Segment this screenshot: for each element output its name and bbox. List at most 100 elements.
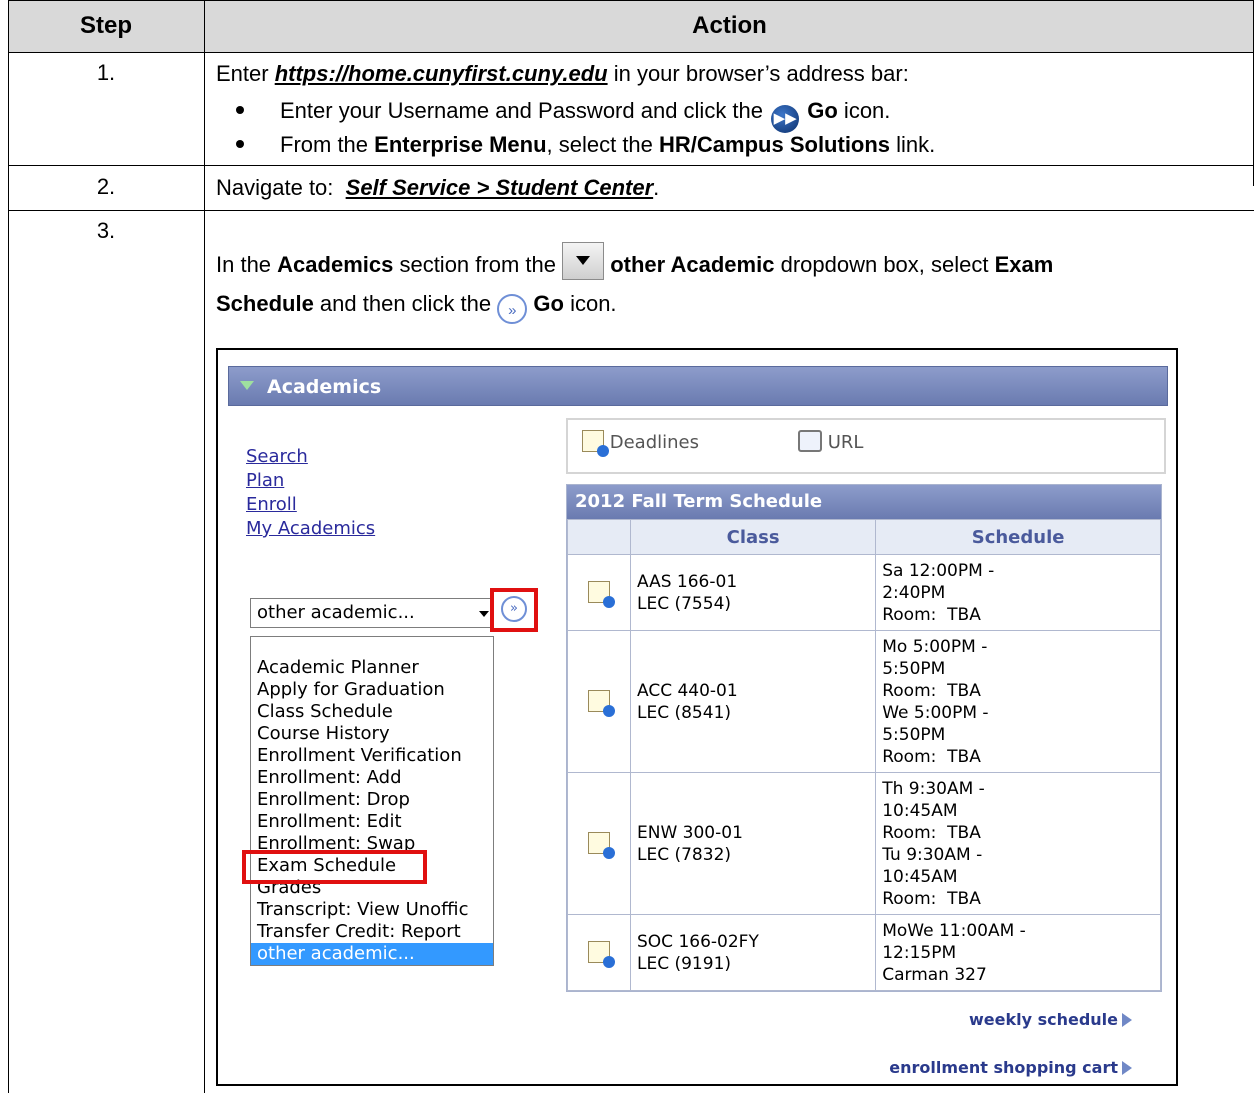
schedule-table: Class Schedule AAS 166-01 LEC (7554) Sa 1… [567, 519, 1161, 991]
table-row: AAS 166-01 LEC (7554) Sa 12:00PM -2:40PM R… [567, 554, 1161, 631]
class-column-header: Class [629, 519, 877, 555]
text: icon. [563, 291, 617, 316]
schedule-line: Carman 327 [882, 964, 987, 985]
bullet-text-mid: , select the [546, 132, 660, 157]
course-code: AAS 166-01 [637, 571, 738, 592]
option[interactable]: Enrollment: Edit [257, 811, 402, 832]
header-step: Step [8, 0, 204, 53]
text: In the [216, 252, 278, 277]
bullet-login: Enter your Username and Password and cli… [236, 98, 890, 133]
class-detail-icon[interactable] [588, 831, 615, 859]
table-row: ACC 440-01 LEC (8541) Mo 5:00PM -5:50PM Ro… [567, 630, 1161, 773]
link-search[interactable]: Search [246, 446, 308, 467]
class-cell: SOC 166-02FY LEC (9191) [629, 914, 877, 991]
option[interactable]: Academic Planner [257, 657, 419, 678]
row-divider [8, 165, 1254, 166]
text: section from the [393, 252, 563, 277]
table-row: ENW 300-01 LEC (7832) Th 9:30AM -10:45AM R… [567, 772, 1161, 915]
option[interactable]: Enrollment: Drop [257, 789, 410, 810]
deadlines-label: Deadlines [609, 432, 699, 453]
other-academic-options[interactable]: Academic Planner Apply for Graduation Cl… [250, 636, 494, 966]
row3-line1: In the Academics section from the other … [216, 242, 1053, 281]
shopping-cart-link[interactable]: enrollment shopping cart [889, 1058, 1132, 1077]
bullet-dot [236, 106, 244, 114]
schedule-cell: Th 9:30AM -10:45AM Room: TBA Tu 9:30AM -10… [875, 772, 1161, 915]
schedule-line: Tu 9:30AM - [882, 844, 983, 865]
navigate-text: Navigate to: [216, 175, 346, 200]
class-detail-icon-cell[interactable] [567, 554, 631, 631]
column-divider [204, 0, 205, 1093]
schedule-line: Room: TBA [882, 822, 981, 843]
term-schedule: 2012 Fall Term Schedule Class Schedule A… [566, 484, 1162, 992]
table-header-row: Class Schedule [567, 519, 1161, 555]
schedule-line: Room: TBA [882, 680, 981, 701]
bullet-text-end: icon. [837, 98, 891, 123]
option[interactable]: Class Schedule [257, 701, 393, 722]
schedule-cell: Sa 12:00PM -2:40PM Room: TBA [875, 554, 1161, 631]
border-left [8, 0, 9, 1093]
link-my-academics[interactable]: My Academics [246, 518, 375, 539]
class-cell: ENW 300-01 LEC (7832) [629, 772, 877, 915]
navigation-path: Self Service > Student Center [345, 175, 654, 200]
row3-line2: Schedule and then click the » Go icon. [216, 288, 617, 324]
url-link[interactable]: URL [798, 430, 863, 453]
schedule-line: Room: TBA [882, 746, 981, 767]
schedule-line: 2:40PM [882, 582, 946, 603]
go-button[interactable]: » [501, 596, 527, 622]
schedule-line: Sa 12:00PM - [882, 560, 995, 581]
go-icon: ▶▶ [771, 105, 800, 133]
class-detail-icon[interactable] [588, 689, 615, 717]
exam-label: Exam [994, 252, 1054, 277]
bullet-text: From the [280, 132, 375, 157]
arrow-right-icon [1122, 1061, 1132, 1075]
academics-section-header[interactable]: Academics [228, 366, 1168, 406]
option-selected[interactable]: other academic... [251, 943, 493, 965]
schedule-line: Mo 5:00PM - [882, 636, 988, 657]
text: dropdown box, select [774, 252, 995, 277]
go-label: Go [533, 291, 564, 316]
step-number-3: 3. [96, 218, 116, 243]
option[interactable]: Enrollment Verification [257, 745, 462, 766]
navigate-end: . [653, 175, 660, 200]
schedule-line: MoWe 11:00AM - [882, 920, 1026, 941]
class-detail-icon-cell[interactable] [567, 630, 631, 773]
schedule-line: 10:45AM [882, 800, 958, 821]
class-detail-icon-cell[interactable] [567, 772, 631, 915]
option[interactable]: Enrollment: Add [257, 767, 402, 788]
hr-campus-label: HR/Campus Solutions [659, 132, 891, 157]
weekly-schedule-label: weekly schedule [968, 1010, 1118, 1029]
go-label: Go [807, 98, 838, 123]
weekly-schedule-link[interactable]: weekly schedule [969, 1010, 1132, 1029]
go-button-highlight: » [490, 588, 538, 632]
step-number-1: 1. [96, 60, 116, 85]
chevron-down-icon [479, 611, 489, 617]
class-detail-icon[interactable] [588, 580, 615, 608]
option[interactable]: Apply for Graduation [257, 679, 445, 700]
row2-text: Navigate to: Self Service > Student Cent… [216, 172, 659, 204]
class-cell: ACC 440-01 LEC (8541) [629, 630, 877, 773]
course-code: ACC 440-01 [637, 680, 738, 701]
blank-header [567, 519, 631, 555]
other-academic-label: other Academic [610, 252, 775, 277]
table-row: SOC 166-02FY LEC (9191) MoWe 11:00AM -12:… [567, 914, 1161, 991]
class-detail-icon-cell[interactable] [567, 914, 631, 991]
course-section: LEC (7554) [637, 593, 732, 614]
link-enroll[interactable]: Enroll [246, 494, 297, 515]
url-icon [798, 430, 822, 452]
option[interactable]: Course History [257, 723, 390, 744]
course-section: LEC (7832) [637, 844, 732, 865]
deadlines-link[interactable]: Deadlines [582, 430, 699, 457]
class-detail-icon[interactable] [588, 940, 615, 968]
option[interactable]: Transcript: View Unoffic [257, 899, 468, 920]
collapse-triangle-icon [240, 381, 254, 390]
row1-text: Enter https://home.cunyfirst.cuny.edu in… [216, 58, 909, 90]
text: and then click the [313, 291, 498, 316]
dropdown-icon [562, 242, 605, 280]
class-cell: AAS 166-01 LEC (7554) [629, 554, 877, 631]
schedule-line: 12:15PM [882, 942, 957, 963]
schedule-label: Schedule [216, 291, 314, 316]
other-academic-select[interactable]: other academic... [250, 598, 494, 628]
course-code: SOC 166-02FY [637, 931, 759, 952]
link-plan[interactable]: Plan [246, 470, 284, 491]
option[interactable]: Transfer Credit: Report [257, 921, 461, 942]
